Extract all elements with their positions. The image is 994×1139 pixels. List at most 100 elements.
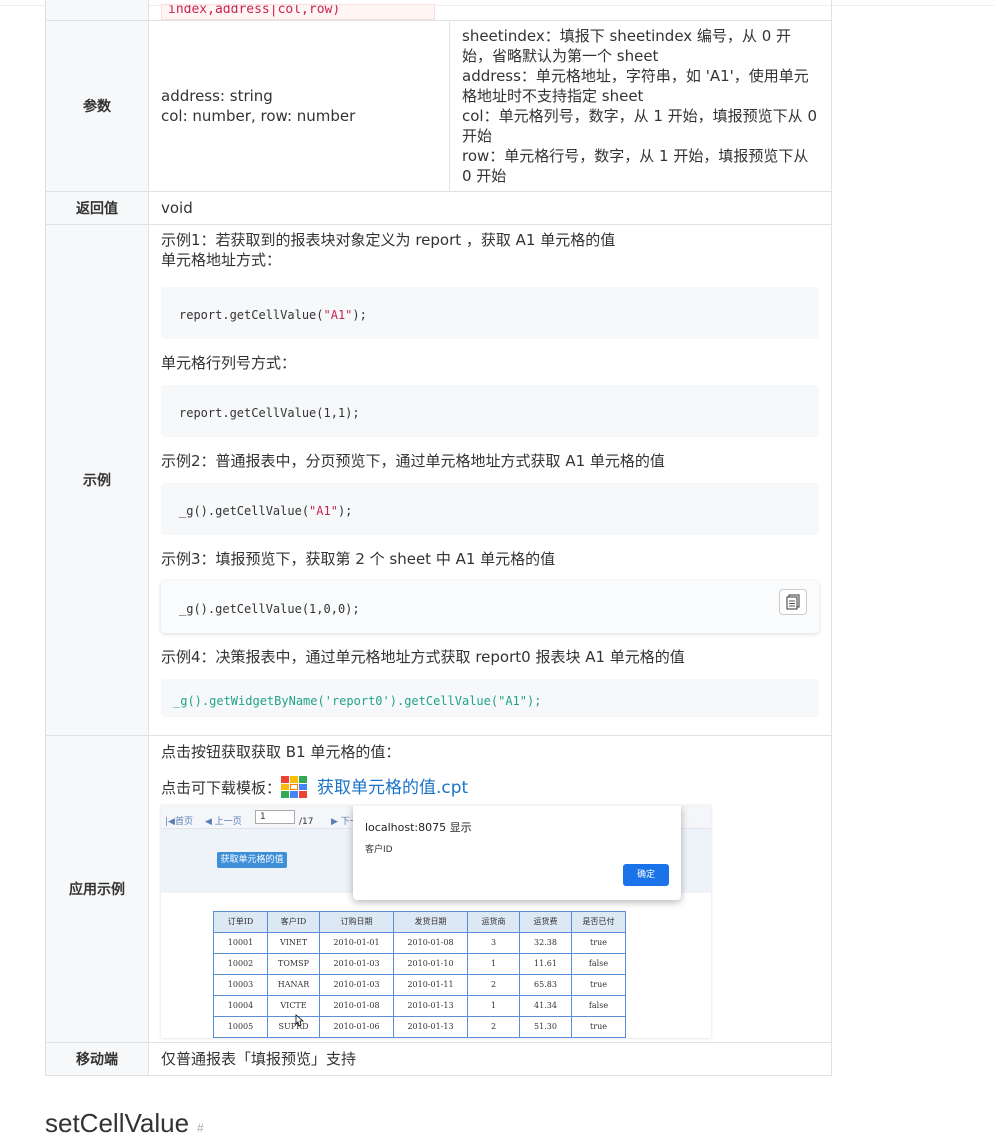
table-header-row: 订单ID 客户ID 订购日期 发货日期 运货商 运货费 是否已付 (213, 911, 626, 933)
table-header-cell: 订单ID (213, 911, 268, 933)
template-file-icon (281, 776, 308, 798)
table-cell: 10003 (213, 974, 268, 996)
syntax-code: index,address|col,row) (161, 4, 435, 20)
table-cell: 32.38 (519, 932, 572, 954)
table-cell: 11.61 (519, 953, 572, 975)
table-cell: 41.34 (519, 995, 572, 1017)
table-cell: VINET (267, 932, 320, 954)
table-cell: 10006 (213, 1037, 268, 1038)
table-cell: 65.83 (519, 974, 572, 996)
table-cell: 2010-01-03 (319, 974, 394, 996)
report-data-table: 订单ID 客户ID 订购日期 发货日期 运货商 运货费 是否已付 10001 VINET 2010… (213, 911, 626, 1038)
table-cell: false (571, 953, 626, 975)
examples-label: 示例 (45, 224, 149, 736)
next-section-heading: setCellValue # (45, 1108, 204, 1139)
code-text: ); (337, 504, 353, 518)
table-row: 10004 VICTE 2010-01-08 2010-01-13 1 41.34 fals… (213, 995, 626, 1017)
code-string: "A1" (323, 308, 353, 322)
table-cell: 2 (467, 1016, 520, 1038)
table-row: 10006HANAR2010-01-122010-01-19258.17fals… (213, 1037, 626, 1038)
example1-title: 示例1：若获取到的报表块对象定义为 report ，获取 A1 单元格的值 (161, 231, 616, 249)
page-number-input[interactable]: 1 (255, 810, 295, 824)
copy-button[interactable] (779, 589, 807, 615)
example4-title: 示例4：决策报表中，通过单元格地址方式获取 report0 报表块 A1 单元格… (161, 648, 685, 666)
code-block: _g().getWidgetByName('report0').getCellV… (161, 679, 819, 717)
example1-sub-rowcol: 单元格行列号方式： (161, 354, 297, 372)
mobile-label: 移动端 (45, 1042, 149, 1076)
table-cell: true (571, 932, 626, 954)
code-text: _g().getCellValue(1,0,0); (179, 602, 360, 616)
table-cell: 2010-01-01 (319, 932, 394, 954)
table-cell: 2010-01-08 (393, 932, 468, 954)
param-type-colrow: col: number, row: number (161, 107, 356, 125)
table-cell: 2010-01-06 (319, 1016, 394, 1038)
table-cell: 2 (467, 1037, 520, 1038)
table-cell: 58.17 (519, 1037, 572, 1038)
returns-row: 返回值 void (45, 191, 832, 225)
code-text: _g().getWidgetByName('report0').getCellV… (173, 694, 542, 708)
table-cell: HANAR (267, 1037, 320, 1038)
table-row: 10003 HANAR 2010-01-03 2010-01-11 2 65.83 true (213, 974, 626, 996)
table-cell: 10005 (213, 1016, 268, 1038)
table-cell: false (571, 995, 626, 1017)
table-cell: 2010-01-11 (393, 974, 468, 996)
table-cell: 10002 (213, 953, 268, 975)
dialog-title: localhost:8075 显示 (365, 821, 472, 834)
examples-row: 示例 示例1：若获取到的报表块对象定义为 report ，获取 A1 单元格的值… (45, 224, 832, 736)
table-cell: 1 (467, 953, 520, 975)
table-cell: 2010-01-12 (319, 1037, 394, 1038)
table-cell: true (571, 974, 626, 996)
param-desc-sheetindex: sheetindex：填报下 sheetindex 编号，从 0 开始，省略默认… (462, 27, 792, 65)
copy-icon (786, 594, 800, 610)
table-cell: HANAR (267, 974, 320, 996)
app-example-row: 应用示例 点击按钮获取获取 B1 单元格的值： 点击可下载模板： 获取单元格的值… (45, 735, 832, 1043)
api-doc-table: index,address|col,row) 参数 address: strin… (45, 0, 832, 1076)
table-cell: 2010-01-10 (393, 953, 468, 975)
table-header-cell: 运货费 (519, 911, 572, 933)
table-row: 10001 VINET 2010-01-01 2010-01-08 3 32.38 true (213, 932, 626, 954)
app-example-label: 应用示例 (45, 735, 149, 1043)
code-block: report.getCellValue(1,1); (161, 385, 819, 437)
alert-dialog: localhost:8075 显示 客户ID 确定 (353, 806, 681, 900)
mobile-row: 移动端 仅普通报表「填报预览」支持 (45, 1042, 832, 1076)
code-text: report.getCellValue(1,1); (179, 406, 360, 420)
table-row: 10005 SUPRD 2010-01-06 2010-01-13 2 51.30 true (213, 1016, 626, 1038)
param-desc-row: row：单元格行号，数字，从 1 开始，填报预览下从 0 开始 (462, 147, 809, 185)
syntax-label (45, 0, 149, 21)
app-example-line1: 点击按钮获取获取 B1 单元格的值： (161, 743, 401, 761)
syntax-row-tail: index,address|col,row) (45, 0, 832, 21)
code-block: _g().getCellValue("A1"); (161, 483, 819, 535)
table-cell: 2010-01-13 (393, 995, 468, 1017)
table-header-cell: 运货商 (467, 911, 520, 933)
param-desc-col: col：单元格列号，数字，从 1 开始，填报预览下从 0 开始 (462, 107, 817, 145)
table-cell: true (571, 1016, 626, 1038)
code-text: _g().getCellValue( (179, 504, 310, 518)
param-desc-address: address：单元格地址，字符串，如 'A1'，使用单元格地址时不支持指定 s… (462, 67, 809, 105)
returns-value: void (148, 191, 832, 225)
template-download-link[interactable]: 获取单元格的值.cpt (317, 778, 468, 798)
dialog-ok-button[interactable]: 确定 (623, 864, 669, 886)
table-cell: 51.30 (519, 1016, 572, 1038)
table-cell: false (571, 1037, 626, 1038)
table-cell: 2010-01-08 (319, 995, 394, 1017)
table-cell: 10001 (213, 932, 268, 954)
table-cell: 3 (467, 932, 520, 954)
table-cell: 2 (467, 974, 520, 996)
cursor-icon (295, 1014, 305, 1027)
code-block: report.getCellValue("A1"); (161, 287, 819, 339)
table-cell: 2010-01-03 (319, 953, 394, 975)
mobile-value: 仅普通报表「填报预览」支持 (148, 1042, 832, 1076)
table-row: 10002 TOMSP 2010-01-03 2010-01-10 1 11.61 fals… (213, 953, 626, 975)
params-label: 参数 (45, 20, 149, 192)
table-cell: 10004 (213, 995, 268, 1017)
table-cell: 2010-01-13 (393, 1016, 468, 1038)
demo-screenshot: |◀首页 ◀ 上一页 1 /17 ▶ 下一 获取单元格的值 订单ID 客户ID 订购… (161, 806, 711, 1038)
table-header-cell: 是否已付 (571, 911, 626, 933)
table-cell: 2010-01-19 (393, 1037, 468, 1038)
get-cell-value-button[interactable]: 获取单元格的值 (217, 852, 287, 868)
table-header-cell: 客户ID (267, 911, 320, 933)
anchor-link[interactable]: # (197, 1121, 204, 1135)
example2-title: 示例2：普通报表中，分页预览下，通过单元格地址方式获取 A1 单元格的值 (161, 452, 665, 470)
table-header-cell: 发货日期 (393, 911, 468, 933)
dialog-message: 客户ID (365, 845, 393, 855)
